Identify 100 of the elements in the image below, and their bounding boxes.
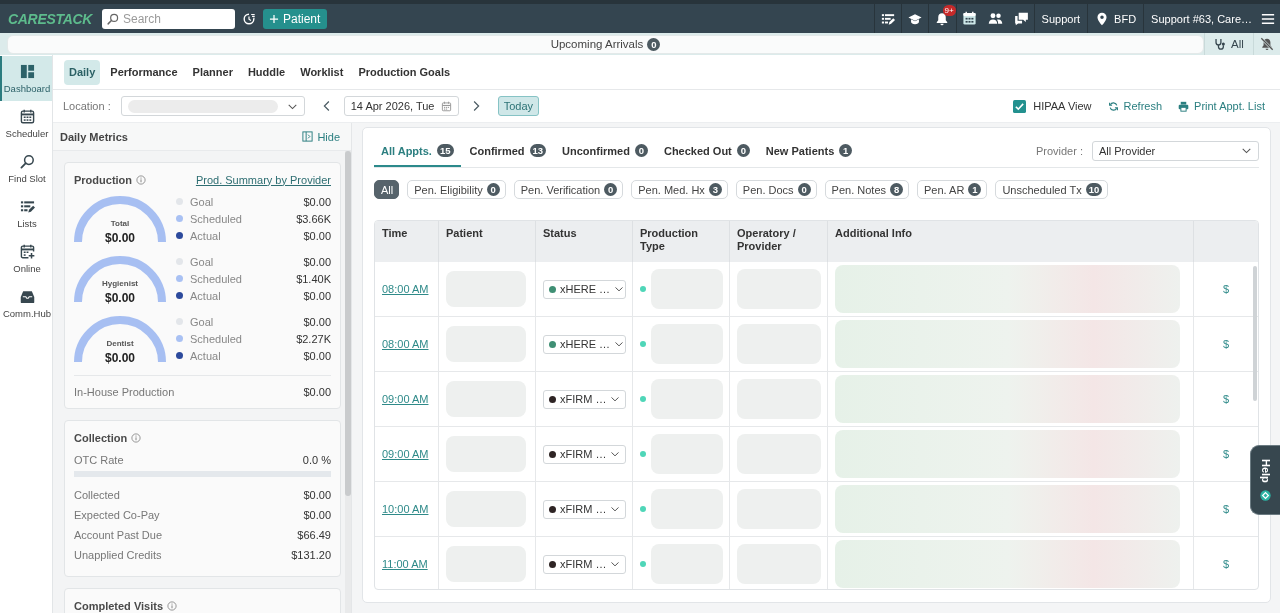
- today-button[interactable]: Today: [497, 96, 540, 116]
- menu-icon[interactable]: [1261, 11, 1275, 26]
- bell-icon[interactable]: [935, 11, 950, 26]
- type-dot-icon: [640, 286, 646, 292]
- time-link[interactable]: 10:00 AM: [382, 503, 429, 515]
- hide-button[interactable]: Hide: [302, 130, 340, 143]
- checkbox-label[interactable]: HIPAA View: [1033, 100, 1092, 112]
- list-pencil-icon[interactable]: [880, 11, 895, 26]
- tab[interactable]: Huddle: [242, 59, 291, 85]
- count-badge: 1: [968, 183, 982, 196]
- legend-value: $0.00: [303, 289, 331, 302]
- nav-item[interactable]: Lists: [0, 191, 52, 236]
- metric-label: Account Past Due: [74, 529, 163, 541]
- filter-chip[interactable]: Pen. Docs 0: [735, 180, 817, 199]
- time-link[interactable]: 09:00 AM: [382, 393, 429, 405]
- print-button[interactable]: Print Appt. List: [1178, 100, 1265, 112]
- count-badge: 15: [436, 144, 454, 157]
- nav-item[interactable]: Online: [0, 236, 52, 281]
- graduation-cap-icon[interactable]: [907, 11, 922, 26]
- status-select[interactable]: xFIRM …: [543, 444, 626, 464]
- nav-item[interactable]: Find Slot: [0, 146, 52, 191]
- legend-label: Goal: [190, 315, 215, 328]
- metric-value: $131.20: [291, 549, 331, 561]
- gauge-label: Total: [110, 219, 130, 228]
- status-select[interactable]: xHERE …: [543, 279, 626, 299]
- dollar-link[interactable]: $: [1222, 558, 1230, 570]
- time-link[interactable]: 08:00 AM: [382, 283, 429, 295]
- filter-chip[interactable]: Pen. Eligibility 0: [407, 180, 506, 199]
- filter-chip[interactable]: Pen. Notes 8: [824, 180, 910, 199]
- gauge-label: Dentist: [106, 339, 134, 348]
- tab[interactable]: Planner: [187, 59, 238, 85]
- status-select[interactable]: xFIRM …: [543, 389, 626, 409]
- notification-badge: 9+: [942, 5, 956, 16]
- tab[interactable]: Daily: [64, 59, 101, 85]
- bell-slash-icon[interactable]: [1260, 37, 1274, 51]
- user-menu[interactable]: Support #63, Care…: [1151, 12, 1252, 25]
- metric-label: Expected Co-Pay: [74, 509, 160, 521]
- time-link[interactable]: 09:00 AM: [382, 448, 429, 460]
- nav-item[interactable]: Scheduler: [0, 101, 52, 146]
- filter-chip[interactable]: Pen. Verification 0: [513, 180, 624, 199]
- status-select[interactable]: xFIRM …: [543, 499, 626, 519]
- prod-summary-link[interactable]: Prod. Summary by Provider: [195, 173, 331, 186]
- calendar-icon[interactable]: [961, 11, 977, 26]
- nav-item[interactable]: Comm.Hub: [0, 281, 52, 326]
- chat-icon[interactable]: [1013, 11, 1029, 26]
- gauge-value: $0.00: [105, 231, 135, 245]
- card-title: Completed Visits: [74, 599, 164, 612]
- nav-item[interactable]: Dashboard: [0, 56, 52, 101]
- metric-label: Unapplied Credits: [74, 549, 162, 561]
- date-field[interactable]: 14 Apr 2026, Tue: [343, 96, 459, 116]
- legend-value: $0.00: [303, 315, 331, 328]
- dollar-link[interactable]: $: [1222, 503, 1230, 515]
- legend-label: Goal: [190, 195, 215, 208]
- metric-value: $0.00: [303, 386, 331, 398]
- scrollbar-thumb[interactable]: [345, 151, 351, 496]
- search-field[interactable]: Search: [102, 8, 235, 29]
- time-link[interactable]: 08:00 AM: [382, 338, 429, 350]
- tab[interactable]: Worklist: [295, 59, 349, 85]
- legend-value: $0.00: [303, 229, 331, 242]
- tab[interactable]: All Appts. 15: [374, 128, 461, 167]
- legend-value: $0.00: [303, 349, 331, 362]
- filter-chip[interactable]: Pen. AR 1: [917, 180, 988, 199]
- people-icon[interactable]: [987, 11, 1003, 26]
- provider-select[interactable]: All Provider: [1092, 140, 1259, 161]
- metric-value: $0.00: [303, 489, 331, 501]
- refresh-button[interactable]: Refresh: [1107, 100, 1163, 112]
- tab[interactable]: Confirmed 13: [462, 128, 554, 167]
- column-header: Status: [536, 221, 633, 262]
- legend-value: $0.00: [303, 255, 331, 268]
- tab[interactable]: Production Goals: [353, 59, 456, 85]
- type-dot-icon: [640, 451, 646, 457]
- tab[interactable]: Unconfirmed 0: [555, 128, 655, 167]
- calendar-plus-icon: [19, 243, 35, 259]
- tab[interactable]: New Patients 1: [758, 128, 860, 167]
- tab[interactable]: Performance: [105, 59, 183, 85]
- location-button[interactable]: BFD: [1095, 11, 1137, 26]
- add-patient-button[interactable]: Patient: [263, 8, 328, 29]
- status-select[interactable]: xHERE …: [543, 334, 626, 354]
- filter-chip[interactable]: All: [374, 180, 400, 199]
- support-link[interactable]: Support: [1041, 12, 1081, 25]
- timer-icon[interactable]: [242, 11, 256, 26]
- dollar-link[interactable]: $: [1222, 393, 1230, 405]
- tab[interactable]: Checked Out 0: [656, 128, 757, 167]
- help-tab[interactable]: Help: [1250, 445, 1280, 515]
- count-badge: 0: [634, 144, 648, 157]
- filter-chip[interactable]: Unscheduled Tx 10: [995, 180, 1109, 199]
- status-select[interactable]: xFIRM …: [543, 554, 626, 574]
- inbox-icon: [19, 288, 35, 304]
- dollar-link[interactable]: $: [1222, 338, 1230, 350]
- column-header: Production Type: [633, 221, 730, 262]
- legend-value: $2.27K: [296, 332, 331, 345]
- chevron-down-icon: [610, 449, 621, 459]
- column-header: Operatory / Provider: [730, 221, 828, 262]
- time-link[interactable]: 11:00 AM: [382, 558, 428, 570]
- arrivals-bar[interactable]: Upcoming Arrivals 0: [7, 34, 1204, 54]
- dollar-link[interactable]: $: [1222, 448, 1230, 460]
- filter-chip[interactable]: Pen. Med. Hx 3: [631, 180, 728, 199]
- checkbox[interactable]: [1013, 99, 1027, 113]
- gauge-label: Hygienist: [102, 279, 138, 288]
- dollar-link[interactable]: $: [1222, 283, 1230, 295]
